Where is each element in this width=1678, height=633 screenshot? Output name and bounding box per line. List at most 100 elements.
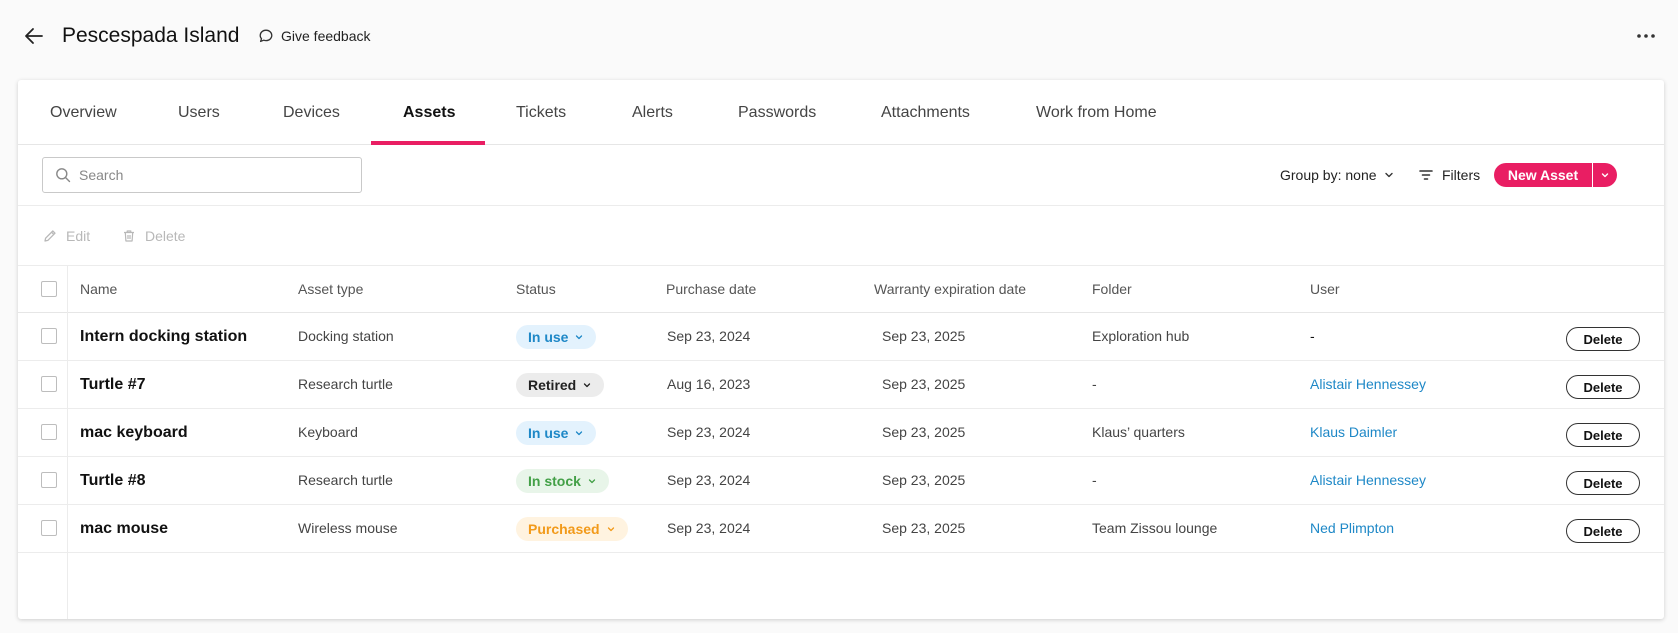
row-checkbox[interactable]: [41, 376, 57, 392]
content-card: Overview Users Devices Assets Tickets Al…: [18, 80, 1664, 619]
warranty-date: Sep 23, 2025: [882, 472, 966, 488]
user-link[interactable]: Klaus Daimler: [1310, 409, 1397, 456]
group-by-dropdown[interactable]: Group by: none: [1280, 163, 1395, 187]
tab-overview[interactable]: Overview: [50, 80, 117, 145]
give-feedback-label: Give feedback: [281, 28, 371, 44]
row-delete-button[interactable]: Delete: [1566, 423, 1640, 447]
user-link[interactable]: Alistair Hennessey: [1310, 457, 1426, 504]
search-box: [42, 157, 362, 193]
filter-icon: [1419, 170, 1433, 180]
tab-alerts[interactable]: Alerts: [632, 80, 673, 145]
tab-attachments[interactable]: Attachments: [881, 80, 970, 145]
bulk-actions-bar: Edit Delete: [18, 206, 1664, 266]
purchase-date: Sep 23, 2024: [667, 472, 751, 488]
asset-name[interactable]: mac mouse: [80, 505, 168, 552]
delete-selected-button[interactable]: Delete: [121, 224, 185, 248]
asset-type: Keyboard: [298, 424, 358, 440]
status-label: Purchased: [528, 521, 600, 537]
search-icon: [56, 168, 71, 183]
tab-bar: Overview Users Devices Assets Tickets Al…: [18, 80, 1664, 145]
select-all-checkbox[interactable]: [41, 281, 57, 297]
status-dropdown[interactable]: Retired: [516, 373, 605, 397]
user-link[interactable]: Ned Plimpton: [1310, 505, 1394, 552]
asset-name[interactable]: mac keyboard: [80, 409, 188, 456]
edit-button[interactable]: Edit: [42, 224, 90, 248]
column-header-status[interactable]: Status: [516, 266, 556, 313]
row-checkbox[interactable]: [41, 472, 57, 488]
row-delete-button[interactable]: Delete: [1566, 471, 1640, 495]
row-delete-button[interactable]: Delete: [1566, 375, 1640, 399]
column-header-warranty-expiration-date[interactable]: Warranty expiration date: [874, 266, 1026, 313]
status-label: In use: [528, 425, 569, 441]
search-input[interactable]: [79, 167, 339, 183]
tab-devices[interactable]: Devices: [283, 80, 340, 145]
column-header-name[interactable]: Name: [80, 266, 117, 313]
back-arrow-icon[interactable]: [22, 24, 46, 48]
chevron-down-icon: [1601, 173, 1609, 178]
folder: -: [1092, 376, 1097, 392]
chevron-down-icon: [588, 479, 596, 484]
chat-bubble-icon: [259, 29, 273, 43]
toolbar: Group by: none Filters New Asset: [18, 145, 1664, 206]
row-checkbox[interactable]: [41, 328, 57, 344]
warranty-date: Sep 23, 2025: [882, 520, 966, 536]
row-checkbox[interactable]: [41, 424, 57, 440]
purchase-date: Sep 23, 2024: [667, 424, 751, 440]
status-dropdown[interactable]: In stock: [516, 469, 609, 493]
chevron-down-icon: [1384, 172, 1393, 178]
asset-type: Wireless mouse: [298, 520, 398, 536]
asset-type: Research turtle: [298, 472, 393, 488]
tab-users[interactable]: Users: [178, 80, 220, 145]
new-asset-button[interactable]: New Asset: [1494, 163, 1592, 187]
tab-assets[interactable]: Assets: [403, 80, 455, 145]
filters-button[interactable]: Filters: [1418, 163, 1480, 187]
folder: Exploration hub: [1092, 328, 1190, 344]
row-delete-button[interactable]: Delete: [1566, 327, 1640, 351]
table-row[interactable]: mac keyboard Keyboard In use Sep 23, 202…: [18, 409, 1664, 457]
column-divider: [67, 266, 68, 619]
asset-name[interactable]: Intern docking station: [80, 313, 247, 360]
tab-passwords[interactable]: Passwords: [738, 80, 816, 145]
table-header: Name Asset type Status Purchase date War…: [18, 266, 1664, 313]
table-row[interactable]: Turtle #7 Research turtle Retired Aug 16…: [18, 361, 1664, 409]
edit-label: Edit: [66, 228, 91, 244]
folder: Klaus’ quarters: [1092, 424, 1185, 440]
column-header-user[interactable]: User: [1310, 266, 1340, 313]
chevron-down-icon: [576, 431, 583, 436]
status-dropdown[interactable]: In use: [516, 325, 597, 349]
delete-label: Delete: [145, 228, 186, 244]
more-options-icon[interactable]: [1632, 26, 1660, 46]
status-label: In use: [528, 329, 569, 345]
column-header-folder[interactable]: Folder: [1092, 266, 1132, 313]
asset-name[interactable]: Turtle #7: [80, 361, 146, 408]
row-delete-button[interactable]: Delete: [1566, 519, 1640, 543]
table-row[interactable]: Intern docking station Docking station I…: [18, 313, 1664, 361]
chevron-down-icon: [576, 335, 583, 340]
asset-name[interactable]: Turtle #8: [80, 457, 146, 504]
purchase-date: Sep 23, 2024: [667, 520, 751, 536]
chevron-down-icon: [584, 383, 591, 388]
status-dropdown[interactable]: Purchased: [516, 517, 628, 541]
table-row[interactable]: mac mouse Wireless mouse Purchased Sep 2…: [18, 505, 1664, 553]
status-dropdown[interactable]: In use: [516, 421, 597, 445]
user: -: [1310, 328, 1315, 344]
column-header-purchase-date[interactable]: Purchase date: [666, 266, 756, 313]
table-row[interactable]: Turtle #8 Research turtle In stock Sep 2…: [18, 457, 1664, 505]
folder: -: [1092, 472, 1097, 488]
row-checkbox[interactable]: [41, 520, 57, 536]
new-asset-menu-button[interactable]: [1593, 163, 1617, 187]
tab-tickets[interactable]: Tickets: [516, 80, 566, 145]
warranty-date: Sep 23, 2025: [882, 424, 966, 440]
asset-type: Docking station: [298, 328, 394, 344]
give-feedback-button[interactable]: Give feedback: [258, 25, 371, 47]
group-by-label: Group by: none: [1280, 167, 1377, 183]
warranty-date: Sep 23, 2025: [882, 376, 966, 392]
page-title: Pescespada Island: [62, 24, 240, 47]
pencil-icon: [44, 230, 56, 242]
tab-work-from-home[interactable]: Work from Home: [1036, 80, 1157, 145]
user-link[interactable]: Alistair Hennessey: [1310, 361, 1426, 408]
warranty-date: Sep 23, 2025: [882, 328, 966, 344]
trash-icon: [124, 230, 134, 242]
status-label: Retired: [528, 377, 577, 393]
column-header-asset-type[interactable]: Asset type: [298, 266, 363, 313]
